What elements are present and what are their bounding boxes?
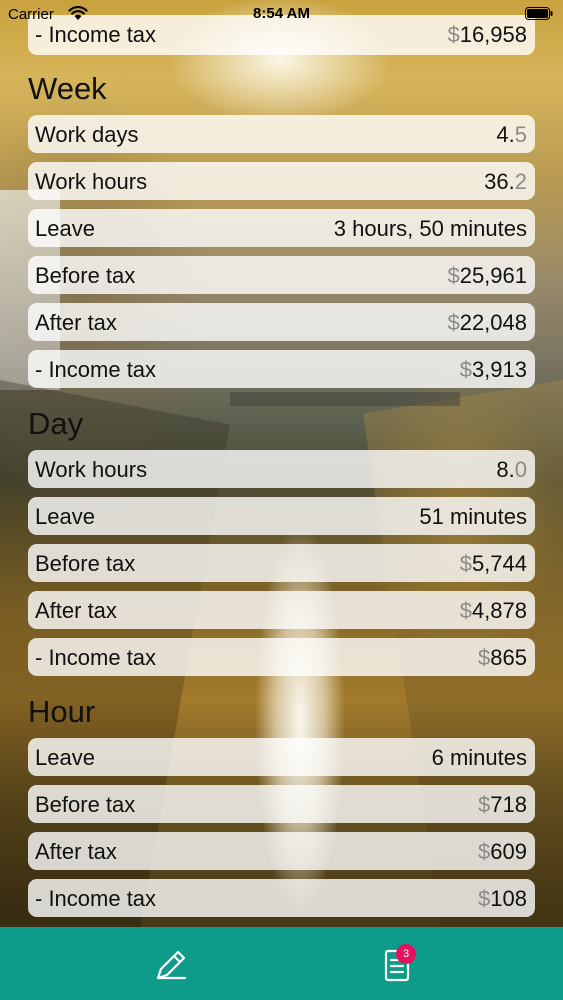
notification-badge: 3 bbox=[396, 944, 416, 964]
value-integer: 8. bbox=[496, 457, 515, 482]
row-value: 3 hours, 50 minutes bbox=[333, 216, 527, 241]
week-before-tax-row: Before tax $25,961 bbox=[28, 256, 535, 294]
row-label: After tax bbox=[35, 839, 117, 864]
amount: 22,048 bbox=[459, 310, 527, 335]
results-scroll-view[interactable]: - Income tax $16,958 Week Work days 4.5 … bbox=[0, 0, 563, 927]
currency-symbol: $ bbox=[447, 310, 460, 335]
hour-after-tax-row: After tax $609 bbox=[28, 832, 535, 870]
week-work-hours-row: Work hours 36.2 bbox=[28, 162, 535, 200]
currency-symbol: $ bbox=[478, 839, 491, 864]
row-label: After tax bbox=[35, 598, 117, 623]
currency-symbol: $ bbox=[459, 357, 472, 382]
row-value: 8.0 bbox=[496, 457, 527, 483]
amount: 609 bbox=[490, 839, 527, 864]
battery-icon bbox=[525, 7, 553, 20]
value-integer: 4. bbox=[496, 122, 515, 147]
row-label: Work days bbox=[35, 122, 139, 147]
currency-symbol: $ bbox=[459, 551, 472, 576]
row-value: $865 bbox=[478, 645, 527, 671]
value-decimal: 5 bbox=[514, 122, 527, 147]
status-time: 8:54 AM bbox=[253, 5, 310, 22]
amount: 3,913 bbox=[471, 357, 527, 382]
day-after-tax-row: After tax $4,878 bbox=[28, 591, 535, 629]
row-label: Leave bbox=[35, 745, 95, 770]
week-leave-row: Leave 3 hours, 50 minutes bbox=[28, 209, 535, 247]
row-label: After tax bbox=[35, 310, 117, 335]
status-bar: Carrier 8:54 AM bbox=[0, 0, 563, 28]
row-label: Leave bbox=[35, 504, 95, 529]
day-before-tax-row: Before tax $5,744 bbox=[28, 544, 535, 582]
row-value: $4,878 bbox=[460, 598, 527, 624]
currency-symbol: $ bbox=[447, 263, 460, 288]
day-income-tax-row: - Income tax $865 bbox=[28, 638, 535, 676]
hour-before-tax-row: Before tax $718 bbox=[28, 785, 535, 823]
amount: 865 bbox=[490, 645, 527, 670]
currency-symbol: $ bbox=[459, 598, 472, 623]
row-value: $5,744 bbox=[460, 551, 527, 577]
row-value: 4.5 bbox=[496, 122, 527, 148]
value-integer: 36. bbox=[484, 169, 515, 194]
row-value: $108 bbox=[478, 886, 527, 912]
amount: 25,961 bbox=[459, 263, 527, 288]
week-after-tax-row: After tax $22,048 bbox=[28, 303, 535, 341]
row-value: $718 bbox=[478, 792, 527, 818]
tab-edit[interactable] bbox=[140, 942, 200, 986]
amount: 4,878 bbox=[471, 598, 527, 623]
day-leave-row: Leave 51 minutes bbox=[28, 497, 535, 535]
section-title-hour: Hour bbox=[28, 694, 96, 729]
amount: 5,744 bbox=[471, 551, 527, 576]
row-label: Work hours bbox=[35, 457, 148, 482]
hour-income-tax-row: - Income tax $108 bbox=[28, 879, 535, 917]
row-label: - Income tax bbox=[35, 886, 157, 911]
row-value: 36.2 bbox=[484, 169, 527, 195]
row-label: Work hours bbox=[35, 169, 148, 194]
week-income-tax-row: - Income tax $3,913 bbox=[28, 350, 535, 388]
row-label: - Income tax bbox=[35, 357, 157, 382]
tab-summary[interactable]: 3 bbox=[368, 940, 428, 988]
row-label: Before tax bbox=[35, 551, 136, 576]
row-label: Before tax bbox=[35, 263, 136, 288]
row-value: $22,048 bbox=[447, 310, 527, 336]
hour-leave-row: Leave 6 minutes bbox=[28, 738, 535, 776]
currency-symbol: $ bbox=[478, 645, 491, 670]
currency-symbol: $ bbox=[478, 792, 491, 817]
currency-symbol: $ bbox=[478, 886, 491, 911]
value-decimal: 0 bbox=[514, 457, 527, 482]
amount: 718 bbox=[490, 792, 527, 817]
day-work-hours-row: Work hours 8.0 bbox=[28, 450, 535, 488]
section-title-week: Week bbox=[28, 71, 107, 106]
value-decimal: 2 bbox=[514, 169, 527, 194]
section-title-day: Day bbox=[28, 406, 84, 441]
row-value: 6 minutes bbox=[431, 745, 527, 770]
tab-bar: 3 bbox=[0, 927, 563, 1000]
row-label: Leave bbox=[35, 216, 95, 241]
row-value: $609 bbox=[478, 839, 527, 865]
week-work-days-row: Work days 4.5 bbox=[28, 115, 535, 153]
row-label: - Income tax bbox=[35, 645, 157, 670]
amount: 108 bbox=[490, 886, 527, 911]
row-value: 51 minutes bbox=[419, 504, 527, 529]
row-value: $3,913 bbox=[460, 357, 527, 383]
row-label: Before tax bbox=[35, 792, 136, 817]
row-value: $25,961 bbox=[447, 263, 527, 289]
